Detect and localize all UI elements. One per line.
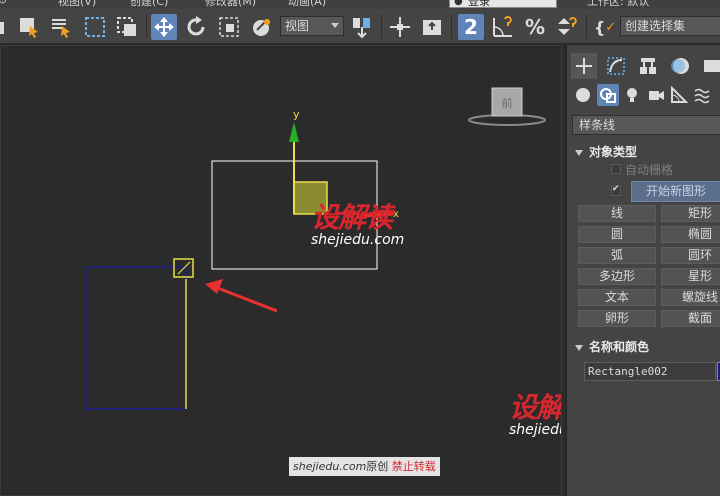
name-color-title: 名称和颜色 [589, 340, 650, 354]
circle-button[interactable]: 圆 [578, 226, 656, 243]
spinner-snap-icon[interactable] [554, 14, 580, 40]
line-button[interactable]: 线 [578, 205, 656, 222]
menu-modifiers[interactable]: 修改器(M) [205, 0, 256, 9]
watermark-bottom: 设解读 shejiedu.com [509, 386, 562, 438]
select-and-move-icon[interactable] [151, 14, 177, 40]
star-button[interactable]: 星形 [661, 268, 720, 285]
display-tab-icon[interactable] [699, 53, 720, 79]
annotation-arrow-line [214, 285, 278, 313]
menu-create[interactable]: 创建(C) [130, 0, 168, 9]
credit-original: 原创 [366, 460, 389, 473]
named-selection-set[interactable]: 创建选择集 [620, 16, 720, 36]
rectangle-blue[interactable] [85, 266, 187, 410]
ngon-button[interactable]: 多边形 [578, 268, 656, 285]
placement-icon[interactable] [248, 14, 274, 40]
select-object-icon[interactable] [16, 14, 42, 40]
start-new-shape-checkbox[interactable] [611, 184, 621, 196]
watermark-logo: 设解读 [311, 201, 393, 234]
main-toolbar: 视图 2 % {✓ 创建选择集 [0, 9, 720, 44]
auto-grid-checkbox[interactable] [611, 164, 621, 174]
arc-button[interactable]: 弧 [578, 247, 656, 264]
rollout-collapse-icon-2 [575, 344, 583, 351]
reference-coordinate-select[interactable]: 视图 [280, 16, 344, 36]
name-color-rollout[interactable]: 名称和颜色 [575, 338, 649, 355]
select-manipulate-icon[interactable] [387, 14, 413, 40]
lights-icon[interactable] [621, 84, 643, 106]
object-type-title: 对象类型 [589, 145, 638, 159]
gizmo-y-arrow[interactable] [289, 122, 299, 142]
watermark-url-2: shejiedu.com [509, 422, 561, 438]
rectangle-button[interactable]: 矩形 [661, 205, 720, 222]
snap-toggle-icon[interactable]: 2 [458, 14, 484, 40]
auto-grid-label: 自动栅格 [625, 163, 674, 177]
workspace-label[interactable]: 工作区: 默认 [587, 0, 649, 9]
viewport-front[interactable]: 前 y x 设解读 shejiedu.com 设解读 shejiedu.co [0, 45, 562, 496]
percent-snap-icon[interactable]: % [522, 14, 548, 40]
helpers-icon[interactable] [668, 84, 690, 106]
angle-snap-icon[interactable] [490, 14, 516, 40]
viewport-canvas: 前 y x [85, 87, 546, 410]
snap-cursor-diagonal [177, 261, 191, 275]
space-warps-icon[interactable] [691, 84, 713, 106]
category-value: 样条线 [579, 118, 616, 132]
geometry-icon[interactable] [572, 84, 594, 106]
viewcube[interactable]: 前 [468, 87, 546, 126]
menu-fragment: ⊙ [0, 0, 7, 6]
menu-view[interactable]: 视图(V) [58, 0, 96, 9]
credit-banner: shejiedu.com原创 禁止转载 [289, 457, 440, 476]
hierarchy-tab-icon[interactable] [635, 53, 661, 79]
select-and-scale-icon[interactable] [216, 14, 242, 40]
shapes-icon[interactable] [597, 84, 619, 106]
object-type-rollout[interactable]: 对象类型 [575, 143, 637, 160]
snap-value: 2 [464, 15, 478, 39]
watermark-logo-2: 设解读 [509, 391, 562, 424]
keyboard-shortcut-icon[interactable] [419, 14, 445, 40]
category-dropdown[interactable]: 样条线 [572, 115, 720, 135]
menu-animation[interactable]: 动画(A) [288, 0, 326, 9]
ellipse-button[interactable]: 椭圆 [661, 226, 720, 243]
edit-named-selection-icon[interactable]: {✓ [592, 14, 618, 40]
select-by-name-icon[interactable] [48, 14, 74, 40]
window-crossing-icon[interactable] [114, 14, 140, 40]
watermark-url: shejiedu.com [311, 232, 405, 248]
named-selection-placeholder: 创建选择集 [625, 19, 686, 33]
reference-coordinate-value: 视图 [285, 19, 310, 33]
annotation-arrow-head [205, 279, 223, 294]
command-panel: 样条线 对象类型 自动栅格 开始新图形 线 矩形 圆 椭圆 弧 圆环 多边形 星… [566, 45, 720, 496]
modify-tab-icon[interactable] [603, 53, 629, 79]
rectangular-selection-icon[interactable] [82, 14, 108, 40]
object-name-input[interactable]: Rectangle002 [584, 362, 716, 381]
axis-y-label: y [293, 108, 300, 121]
viewcube-face-label: 前 [502, 96, 513, 110]
helix-button[interactable]: 螺旋线 [661, 289, 720, 306]
pivot-center-icon[interactable] [349, 14, 375, 40]
credit-url: shejiedu.com [293, 460, 367, 473]
login-label: 登录 [468, 0, 490, 8]
create-tab-icon[interactable] [571, 53, 597, 79]
user-icon: ● [454, 0, 463, 7]
select-and-rotate-icon[interactable] [184, 14, 210, 40]
menu-bar: ⊙ 视图(V) 创建(C) 修改器(M) 动画(A) ● 登录 工作区: 默认 [0, 0, 720, 9]
section-button[interactable]: 截面 [661, 310, 720, 327]
rollout-collapse-icon [575, 149, 583, 156]
watermark-top: 设解读 shejiedu.com [311, 196, 404, 248]
cameras-icon[interactable] [645, 84, 667, 106]
egg-button[interactable]: 卵形 [578, 310, 656, 327]
login-box[interactable]: ● 登录 [449, 0, 557, 8]
motion-tab-icon[interactable] [667, 53, 693, 79]
donut-button[interactable]: 圆环 [661, 247, 720, 264]
start-new-shape-button[interactable]: 开始新图形 [631, 181, 720, 202]
toolbar-dropdown-icon[interactable] [0, 14, 12, 40]
credit-no-repost: 禁止转载 [391, 460, 436, 473]
text-button[interactable]: 文本 [578, 289, 656, 306]
